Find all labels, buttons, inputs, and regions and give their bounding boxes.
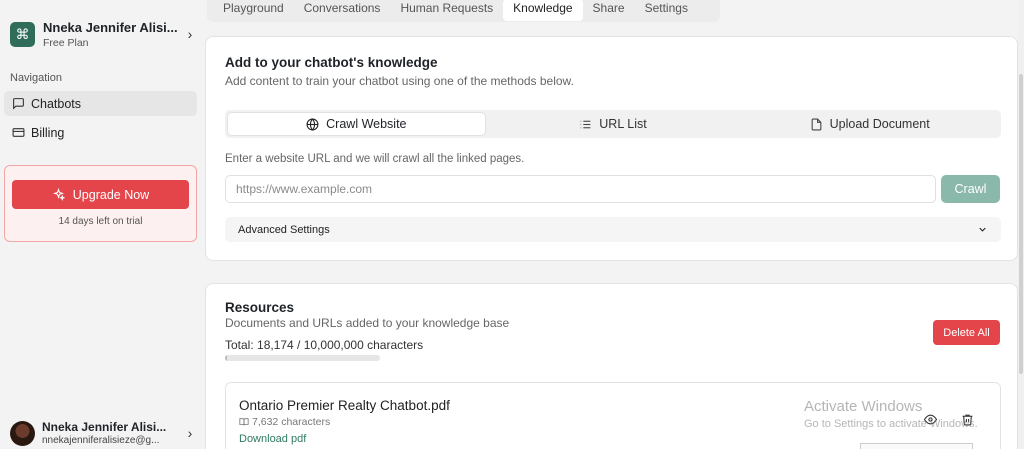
resource-item: Ontario Premier Realty Chatbot.pdf 7,632… <box>225 382 1001 449</box>
sidebar: ⌘ Nneka Jennifer Alisi... Free Plan › Na… <box>0 0 204 449</box>
method-crawl-website[interactable]: Crawl Website <box>228 113 485 135</box>
crawl-button[interactable]: Crawl <box>941 175 1000 203</box>
message-square-icon <box>11 97 25 111</box>
resource-name: Ontario Premier Realty Chatbot.pdf <box>239 398 450 413</box>
tab-human-requests[interactable]: Human Requests <box>390 1 503 21</box>
command-icon: ⌘ <box>10 21 35 47</box>
user-name: Nneka Jennifer Alisi... <box>42 420 167 434</box>
tab-conversations[interactable]: Conversations <box>294 1 391 21</box>
sparkles-icon <box>52 188 65 201</box>
method-label: Crawl Website <box>326 117 407 131</box>
tab-settings[interactable]: Settings <box>635 1 698 21</box>
method-selector: Crawl Website URL List Upload Document <box>225 110 1001 138</box>
tab-share[interactable]: Share <box>583 1 635 21</box>
scrollbar-thumb[interactable] <box>1019 74 1023 374</box>
knowledge-card: Add to your chatbot's knowledge Add cont… <box>205 36 1018 261</box>
delete-all-button[interactable]: Delete All <box>933 320 1000 345</box>
knowledge-subtitle: Add content to train your chatbot using … <box>225 74 574 88</box>
upgrade-button-label: Upgrade Now <box>72 187 150 202</box>
advanced-settings-label: Advanced Settings <box>238 223 330 236</box>
eye-icon[interactable] <box>924 413 937 426</box>
user-menu[interactable]: Nneka Jennifer Alisi... nnekajenniferali… <box>10 419 196 447</box>
sidebar-item-billing[interactable]: Billing <box>4 120 197 145</box>
trial-status: 14 days left on trial <box>58 216 143 227</box>
sidebar-item-label: Chatbots <box>31 96 82 111</box>
tab-knowledge[interactable]: Knowledge <box>503 0 583 21</box>
file-icon <box>810 118 823 131</box>
avatar <box>10 420 35 446</box>
globe-icon <box>306 117 319 131</box>
character-total: Total: 18,174 / 10,000,000 characters <box>225 338 424 352</box>
workspace-switcher[interactable]: ⌘ Nneka Jennifer Alisi... Free Plan › <box>10 18 196 50</box>
resources-card: Resources Documents and URLs added to yo… <box>205 283 1018 449</box>
nav-section-label: Navigation <box>10 72 62 84</box>
sidebar-item-label: Billing <box>31 125 65 140</box>
chevron-right-icon: › <box>187 26 193 42</box>
popup-edge <box>860 443 973 449</box>
book-icon <box>239 417 249 427</box>
resources-subtitle: Documents and URLs added to your knowled… <box>225 316 510 330</box>
method-label: URL List <box>599 117 647 131</box>
usage-progress-fill <box>225 355 228 361</box>
workspace-plan: Free Plan <box>43 36 89 49</box>
download-link[interactable]: Download pdf <box>239 433 306 445</box>
chevron-right-icon: › <box>187 425 193 441</box>
list-icon <box>579 118 592 131</box>
chevron-down-icon <box>977 224 988 235</box>
method-url-list[interactable]: URL List <box>485 113 742 135</box>
resource-char-count: 7,632 characters <box>252 416 331 428</box>
trash-icon[interactable] <box>961 413 974 426</box>
knowledge-title: Add to your chatbot's knowledge <box>225 55 438 70</box>
usage-progress-bar <box>225 355 380 361</box>
method-label: Upload Document <box>829 117 930 131</box>
credit-card-icon <box>11 126 25 140</box>
resources-title: Resources <box>225 300 295 315</box>
crawl-hint: Enter a website URL and we will crawl al… <box>225 153 525 165</box>
advanced-settings-toggle[interactable]: Advanced Settings <box>225 217 1001 242</box>
website-url-input[interactable] <box>225 175 936 203</box>
upgrade-button[interactable]: Upgrade Now <box>12 180 189 209</box>
chatbot-tabs: Playground Conversations Human Requests … <box>207 0 720 22</box>
upgrade-panel: Upgrade Now 14 days left on trial <box>4 165 197 242</box>
method-upload-document[interactable]: Upload Document <box>741 113 998 135</box>
sidebar-item-chatbots[interactable]: Chatbots <box>4 91 197 116</box>
tab-playground[interactable]: Playground <box>213 1 294 21</box>
workspace-name: Nneka Jennifer Alisi... <box>43 19 178 35</box>
user-email: nnekajenniferalisieze@g... <box>42 435 160 446</box>
